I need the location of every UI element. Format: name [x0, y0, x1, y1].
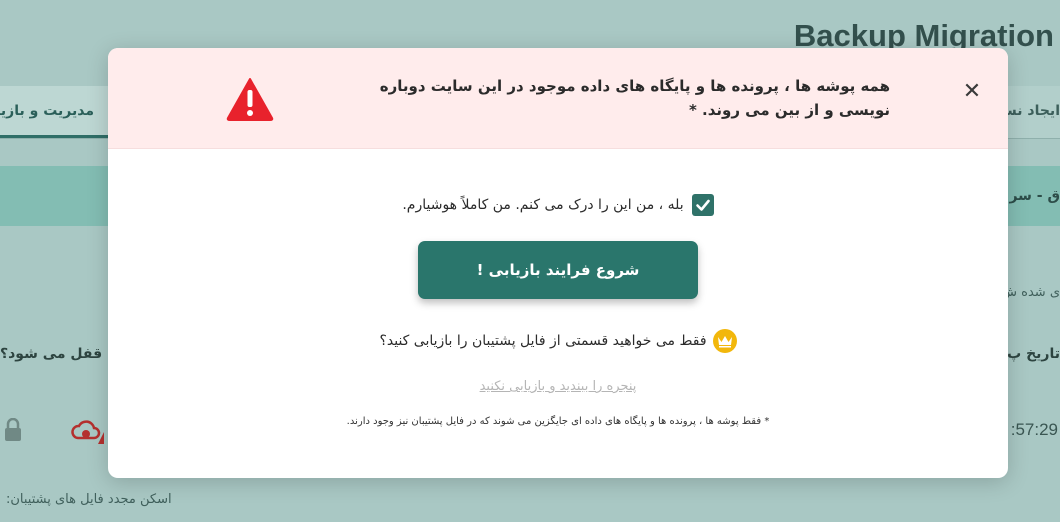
start-restore-button[interactable]: شروع فرایند بازیابی ! — [418, 241, 698, 299]
confirm-row: بله ، من این را درک می کنم. من کاملاً هو… — [108, 193, 1008, 217]
warning-triangle-icon — [226, 78, 274, 121]
tab-create-backup[interactable]: ایجاد نسخه پشتیبان — [1008, 86, 1060, 138]
rescan-backups-text: اسکن مجدد فایل های پشتیبان: — [6, 492, 172, 507]
checkmark-icon — [695, 199, 710, 211]
warning-banner: همه پوشه ها ، پرونده ها و پایگاه های داد… — [108, 48, 1008, 149]
section-band-label: ق - سر — [1009, 188, 1060, 204]
warning-text: همه پوشه ها ، پرونده ها و پایگاه های داد… — [379, 77, 890, 119]
close-without-restore-link[interactable]: پنجره را ببندید و بازیابی نکنید — [108, 379, 1008, 394]
confirm-label[interactable]: بله ، من این را درک می کنم. من کاملاً هو… — [402, 197, 683, 213]
table-cell-time: :57:29 — [1010, 420, 1058, 439]
info-text: ی شده ش — [1008, 285, 1060, 300]
table-header-lock: قفل می شود؟ — [0, 346, 103, 362]
confirm-checkbox[interactable] — [691, 194, 714, 216]
partial-restore-link[interactable]: فقط می خواهید قسمتی از فایل پشتیبان را ب… — [379, 333, 706, 349]
lock-icon[interactable] — [4, 418, 22, 442]
crown-badge — [712, 329, 737, 353]
partial-restore-row: فقط می خواهید قسمتی از فایل پشتیبان را ب… — [108, 328, 1008, 354]
cloud-restore-icon[interactable] — [70, 418, 104, 444]
footnote: * فقط پوشه ها ، پرونده ها و پایگاه های د… — [346, 416, 770, 427]
crown-icon — [717, 336, 732, 348]
close-icon[interactable]: ✕ — [960, 80, 984, 104]
table-header-date: تاریخ پ — [1008, 346, 1060, 362]
restore-confirm-modal: همه پوشه ها ، پرونده ها و پایگاه های داد… — [108, 48, 1008, 478]
tab-manage-restore[interactable]: مدیریت و بازیابی — [0, 86, 108, 138]
